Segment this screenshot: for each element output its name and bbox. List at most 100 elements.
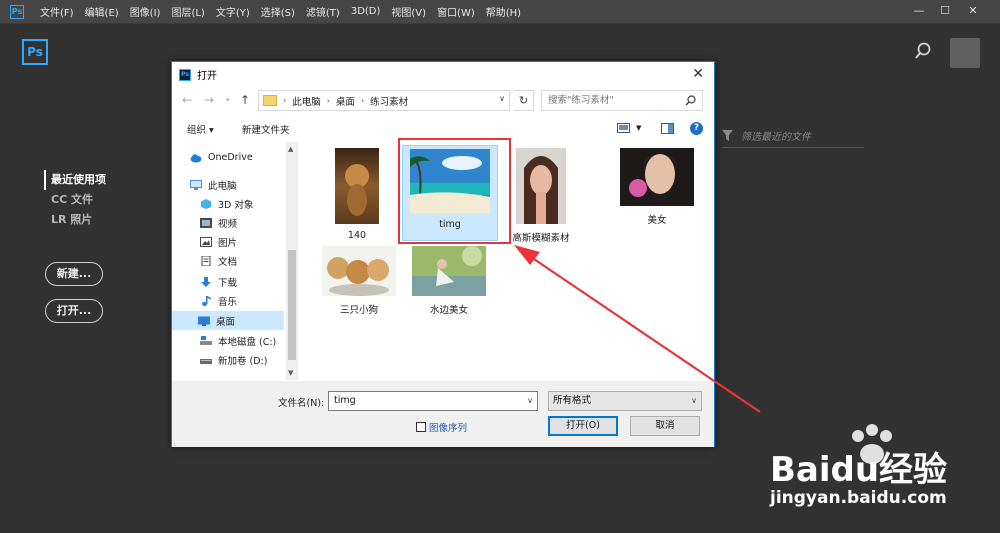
close-window-button[interactable]: ✕ [961,2,985,20]
sidebar-item-label: 文档 [218,256,238,268]
filter-recent-input[interactable]: 筛选最近的文件 [722,124,864,148]
menu-type[interactable]: 文字(Y) [216,4,250,19]
organize-button[interactable]: 组织 ▾ [187,122,214,136]
lion-thumbnail [335,148,379,224]
recent-locations-icon[interactable]: ▾ [226,96,230,104]
menu-image[interactable]: 图像(I) [130,4,161,19]
sidebar-item-pictures[interactable]: 图片 [200,232,296,251]
file-item-waterside[interactable]: 水边美女 [404,246,494,316]
nav-recent[interactable]: 最近使用项 [44,170,106,190]
file-item-beauty[interactable]: 美女 [612,148,702,226]
folder-icon [263,95,277,106]
sidebar-item-video[interactable]: 视频 [200,213,296,232]
new-button[interactable]: 新建... [45,262,103,286]
menu-select[interactable]: 选择(S) [261,4,295,19]
waterside-thumbnail [412,246,486,296]
chevron-right-icon: › [283,96,287,105]
view-mode-icon[interactable] [617,123,631,134]
preview-pane-icon[interactable] [661,123,674,134]
watermark-brand: Baidu经验 [770,450,948,490]
maximize-button[interactable]: ☐ [933,2,957,20]
sidebar-item-desktop[interactable]: 桌面 [172,311,284,330]
portrait-thumbnail [516,148,566,224]
checkbox-box[interactable] [416,422,426,432]
minimize-button[interactable]: — [907,2,931,20]
dialog-title: 打开 [197,71,217,82]
view-dropdown-icon[interactable]: ▼ [636,124,641,132]
sidebar-item-downloads[interactable]: 下载 [200,272,296,291]
file-label: 水边美女 [429,305,468,316]
back-arrow-icon[interactable]: ← [182,93,192,107]
file-item-140[interactable]: 140 [312,148,402,241]
chevron-down-icon[interactable]: ∨ [527,392,533,410]
scroll-down-icon[interactable]: ▼ [288,369,293,377]
chevron-down-icon[interactable]: ∨ [691,392,697,410]
file-label: 140 [347,230,367,241]
sidebar-scrollbar[interactable]: ▲ ▼ [286,142,298,380]
sidebar-item-disk-c[interactable]: 本地磁盘 (C:) [200,331,296,350]
ps-app-icon: Ps [10,4,24,19]
navigation-pane: OneDrive 此电脑 3D 对象 视频 图片 文档 下载 音乐 桌面 本地磁… [172,142,298,380]
help-icon[interactable]: ? [690,122,703,135]
sidebar-item-3d[interactable]: 3D 对象 [200,194,296,213]
dialog-close-icon[interactable]: ✕ [692,66,704,82]
photoshop-window: Ps 文件(F) 编辑(E) 图像(I) 图层(L) 文字(Y) 选择(S) 滤… [0,0,1000,533]
baidu-watermark: Baidu经验 jingyan.baidu.com [770,420,970,520]
sidebar-item-label: OneDrive [208,152,253,163]
scroll-up-icon[interactable]: ▲ [288,145,293,153]
document-icon [201,255,211,266]
download-icon [201,276,211,287]
filename-label: 文件名(N): [278,398,325,409]
dialog-search-input[interactable]: 搜索"练习素材" [541,90,703,111]
desktop-icon [198,316,210,326]
sidebar-item-documents[interactable]: 文档 [200,251,296,270]
menu-layer[interactable]: 图层(L) [171,4,204,19]
new-folder-button[interactable]: 新建文件夹 [242,122,290,136]
computer-icon [190,179,202,190]
filter-icon [722,130,733,141]
menu-3d[interactable]: 3D(D) [351,6,381,17]
chevron-down-icon[interactable]: ∨ [499,94,505,103]
video-icon [200,217,212,228]
sidebar-item-label: 本地磁盘 (C:) [218,336,277,348]
sidebar-item-this-pc[interactable]: 此电脑 [190,175,286,194]
cancel-button[interactable]: 取消 [630,416,700,436]
music-icon [202,295,211,306]
image-sequence-checkbox[interactable]: 图像序列 [416,420,467,434]
avatar[interactable] [950,38,980,68]
format-select[interactable]: 所有格式 ∨ [548,391,702,411]
open-button[interactable]: 打开... [45,299,103,323]
breadcrumb-desktop[interactable]: 桌面 [336,94,355,108]
breadcrumb-practice[interactable]: 练习素材 [370,94,408,108]
disk-icon [200,358,212,364]
forward-arrow-icon[interactable]: → [204,93,214,107]
menu-help[interactable]: 帮助(H) [486,4,521,19]
address-row: ← → ▾ ↑ › 此电脑 › 桌面 › 练习素材 ∨ ↻ 搜索"练习素材" [172,90,714,112]
nav-cc-files[interactable]: CC 文件 [44,190,106,210]
image-sequence-label: 图像序列 [429,423,468,434]
up-arrow-icon[interactable]: ↑ [240,93,250,107]
menu-view[interactable]: 视图(V) [391,4,426,19]
sidebar-item-onedrive[interactable]: OneDrive [190,148,286,167]
menu-filter[interactable]: 滤镜(T) [306,4,340,19]
ps-logo: Ps [22,39,48,65]
menu-edit[interactable]: 编辑(E) [85,4,119,19]
menu-window[interactable]: 窗口(W) [437,4,475,19]
dialog-title-bar: Ps 打开 ✕ [172,62,714,87]
search-icon[interactable] [914,42,932,60]
breadcrumb-this-pc[interactable]: 此电脑 [292,94,321,108]
woman-flower-thumbnail [620,148,694,206]
sidebar-item-music[interactable]: 音乐 [200,291,296,310]
chevron-right-icon: › [326,96,330,105]
nav-lr-photos[interactable]: LR 照片 [44,210,106,230]
scroll-thumb[interactable] [288,250,296,360]
file-item-puppies[interactable]: 三只小狗 [314,246,404,316]
sidebar-item-label: 此电脑 [208,180,237,192]
filename-input[interactable]: timg ∨ [328,391,538,411]
open-file-button[interactable]: 打开(O) [548,416,618,436]
sidebar-item-disk-d[interactable]: 新加卷 (D:) [200,350,296,369]
address-bar[interactable]: › 此电脑 › 桌面 › 练习素材 ∨ [258,90,510,111]
menu-file[interactable]: 文件(F) [40,4,74,19]
home-nav: 最近使用项 CC 文件 LR 照片 [44,170,106,230]
refresh-icon[interactable]: ↻ [514,90,534,111]
